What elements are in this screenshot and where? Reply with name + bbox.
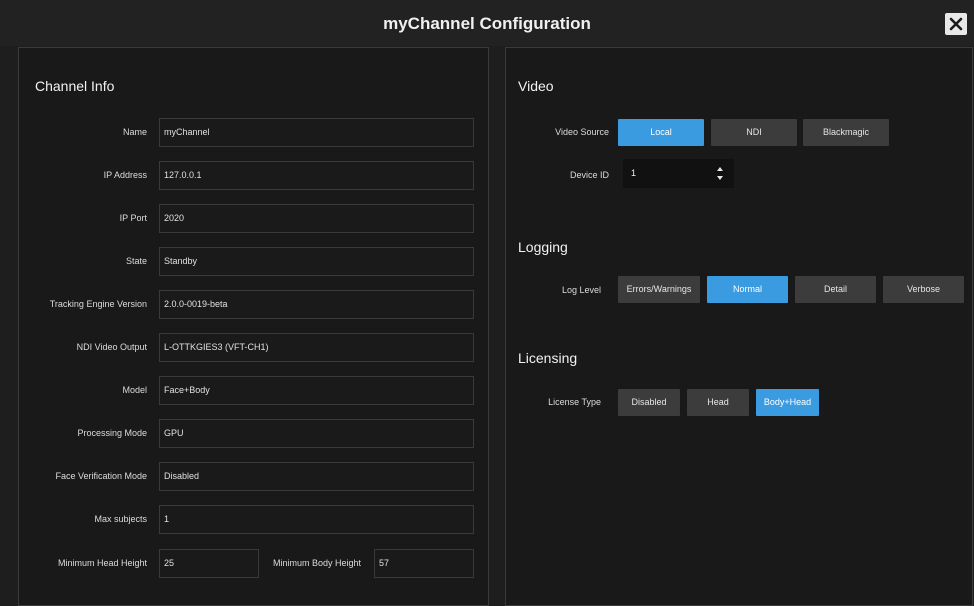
license-disabled-button[interactable]: Disabled <box>618 389 680 416</box>
video-heading: Video <box>518 78 554 94</box>
log-level-normal-button[interactable]: Normal <box>707 276 788 303</box>
ip-port-label: IP Port <box>119 213 147 223</box>
title-bar: myChannel Configuration <box>0 0 974 46</box>
licensing-heading: Licensing <box>518 350 578 366</box>
video-source-local-button[interactable]: Local <box>618 119 704 146</box>
chevron-down-icon <box>717 176 723 180</box>
video-source-label: Video Source <box>555 127 609 137</box>
min-body-height-field[interactable]: 57 <box>374 549 474 578</box>
log-level-detail-button[interactable]: Detail <box>795 276 876 303</box>
processing-mode-field[interactable]: GPU <box>159 419 474 448</box>
model-label: Model <box>122 385 147 395</box>
close-icon <box>949 17 963 31</box>
log-level-errors-button[interactable]: Errors/Warnings <box>618 276 700 303</box>
video-source-blackmagic-button[interactable]: Blackmagic <box>803 119 889 146</box>
processing-mode-label: Processing Mode <box>77 428 147 438</box>
max-subjects-label: Max subjects <box>94 514 147 524</box>
chevron-up-icon <box>717 167 723 171</box>
tracking-engine-label: Tracking Engine Version <box>49 299 147 309</box>
ip-port-field[interactable]: 2020 <box>159 204 474 233</box>
log-level-label: Log Level <box>561 285 601 295</box>
license-body-head-button[interactable]: Body+Head <box>756 389 819 416</box>
close-button[interactable] <box>945 13 967 35</box>
name-field[interactable]: myChannel <box>159 118 474 147</box>
face-verification-label: Face Verification Mode <box>55 471 147 481</box>
min-head-height-label: Minimum Head Height <box>57 558 147 568</box>
max-subjects-field[interactable]: 1 <box>159 505 474 534</box>
video-source-ndi-button[interactable]: NDI <box>711 119 797 146</box>
spinner-arrows-icon[interactable] <box>716 164 724 183</box>
ndi-output-field[interactable]: L-OTTKGIES3 (VFT-CH1) <box>159 333 474 362</box>
device-id-stepper[interactable]: 1 <box>623 159 734 188</box>
ndi-output-label: NDI Video Output <box>76 342 147 352</box>
tracking-engine-field: 2.0.0-0019-beta <box>159 290 474 319</box>
name-label: Name <box>122 127 147 137</box>
min-body-height-label: Minimum Body Height <box>272 558 361 568</box>
window-title: myChannel Configuration <box>383 14 591 33</box>
log-level-verbose-button[interactable]: Verbose <box>883 276 964 303</box>
device-id-label: Device ID <box>569 170 609 180</box>
ip-address-label: IP Address <box>103 170 147 180</box>
state-label: State <box>125 256 147 266</box>
logging-heading: Logging <box>518 239 568 255</box>
state-field: Standby <box>159 247 474 276</box>
face-verification-field[interactable]: Disabled <box>159 462 474 491</box>
ip-address-field[interactable]: 127.0.0.1 <box>159 161 474 190</box>
license-type-label: License Type <box>548 397 601 407</box>
license-head-button[interactable]: Head <box>687 389 749 416</box>
model-field[interactable]: Face+Body <box>159 376 474 405</box>
channel-info-heading: Channel Info <box>35 78 115 94</box>
device-id-value: 1 <box>631 168 637 178</box>
